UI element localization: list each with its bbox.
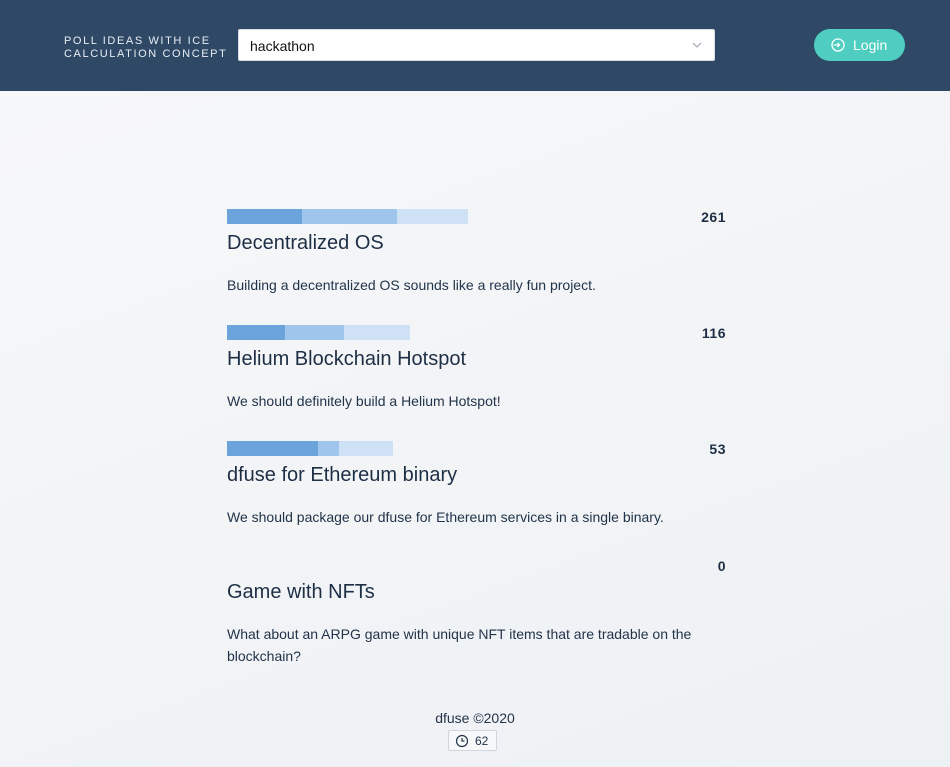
vote-distribution-bar <box>227 325 410 340</box>
vote-count: 53 <box>709 441 726 457</box>
bar-segment <box>397 209 468 224</box>
bar-segment <box>227 441 318 456</box>
idea-item: 0 Game with NFTs What about an ARPG game… <box>227 558 727 668</box>
app-title-line-1: POLL IDEAS WITH ICE <box>64 35 211 47</box>
poll-select[interactable]: hackathon <box>238 29 715 61</box>
footer: dfuse ©2020 <box>0 710 950 726</box>
bar-segment <box>339 441 393 456</box>
bar-segment <box>285 325 344 340</box>
idea-title[interactable]: dfuse for Ethereum binary <box>227 464 457 487</box>
idea-description: We should definitely build a Helium Hots… <box>227 393 501 409</box>
clock-icon <box>455 734 469 748</box>
bar-segment <box>302 209 397 224</box>
idea-description: We should package our dfuse for Ethereum… <box>227 509 664 525</box>
idea-description: What about an ARPG game with unique NFT … <box>227 626 692 664</box>
copyright: dfuse ©2020 <box>435 710 515 726</box>
vote-distribution-bar <box>227 209 468 224</box>
poll-select-value: hackathon <box>250 38 315 54</box>
idea-title[interactable]: Helium Blockchain Hotspot <box>227 348 466 371</box>
login-button[interactable]: Login <box>814 29 905 61</box>
idea-title[interactable]: Decentralized OS <box>227 232 384 255</box>
vote-count: 116 <box>701 325 726 341</box>
app-title-line-2: CALCULATION CONCEPT <box>64 48 228 60</box>
app-header: POLL IDEAS WITH ICE CALCULATION CONCEPT … <box>0 0 950 91</box>
login-label: Login <box>853 37 888 53</box>
idea-item: 261 Decentralized OS Building a decentra… <box>227 209 727 299</box>
vote-count: 261 <box>701 209 726 225</box>
vote-distribution-bar <box>227 441 393 456</box>
idea-item: 53 dfuse for Ethereum binary We should p… <box>227 441 727 531</box>
idea-title[interactable]: Game with NFTs <box>227 581 375 604</box>
bar-segment <box>344 325 410 340</box>
idea-description: Building a decentralized OS sounds like … <box>227 277 596 293</box>
timing-badge: 62 <box>448 730 497 751</box>
bar-segment <box>318 441 339 456</box>
bar-segment <box>227 209 302 224</box>
bar-segment <box>227 325 285 340</box>
idea-item: 116 Helium Blockchain Hotspot We should … <box>227 325 727 415</box>
app-title: POLL IDEAS WITH ICE CALCULATION CONCEPT <box>64 35 227 61</box>
timing-value: 62 <box>475 734 489 748</box>
chevron-down-icon <box>692 42 702 48</box>
login-icon <box>831 38 845 52</box>
vote-count: 0 <box>717 558 726 574</box>
